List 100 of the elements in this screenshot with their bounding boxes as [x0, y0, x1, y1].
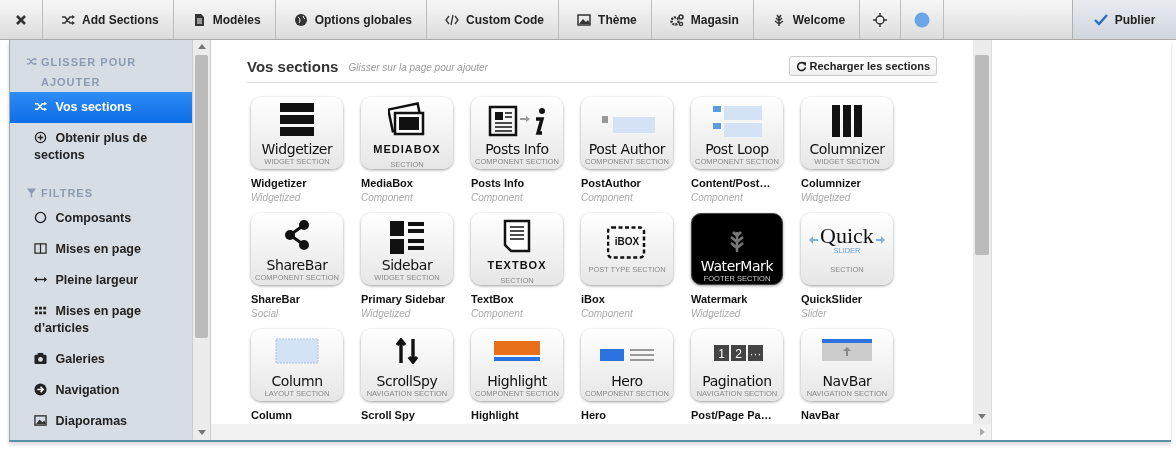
section-name: Widgetizer	[251, 177, 308, 189]
shuffle-icon	[34, 100, 47, 113]
section-name: QuickSlider	[801, 293, 864, 305]
section-type: Widgetized	[361, 308, 412, 319]
scrollbar[interactable]	[192, 40, 210, 440]
toolbar-button[interactable]: Thème	[559, 0, 652, 39]
section-name: Highlight	[471, 409, 520, 421]
section-name: Columnizer	[801, 177, 862, 189]
shuffle-icon	[26, 56, 37, 67]
tile-title: Post Loop	[705, 141, 769, 157]
share-icon	[285, 220, 309, 250]
toolbar-button[interactable]: Modèles	[173, 0, 276, 39]
tile-title: Pagination	[702, 373, 772, 389]
sidebar-item[interactable]: Galeries	[10, 344, 192, 375]
arrows-icon	[395, 338, 419, 364]
section-type: Component	[471, 192, 524, 203]
section-type: Component	[691, 192, 744, 203]
publish-button[interactable]: Publier	[1072, 0, 1176, 39]
globe-icon	[293, 12, 308, 27]
grid-icon	[34, 304, 47, 317]
tile-title: Sidebar	[381, 257, 433, 273]
arrow-circle-icon	[34, 383, 47, 396]
section-name: ShareBar	[251, 293, 301, 305]
tile-title: NavBar	[822, 373, 872, 389]
page-numbers-drawing: 1 2 ···	[694, 333, 780, 371]
sidebar-item[interactable]: Diaporamas	[10, 406, 192, 437]
sidebar-item[interactable]: Pleine largeur	[10, 265, 192, 296]
tile-title: Posts Info	[485, 141, 549, 157]
section-type: Slider	[801, 308, 828, 319]
funnel-icon	[26, 187, 37, 198]
post-list-drawing	[712, 106, 762, 137]
leaf-icon	[729, 230, 745, 253]
sidebar-item[interactable]: Mises en page	[10, 234, 192, 265]
toolbar-button[interactable]: Magasin	[651, 0, 754, 39]
section-type: Widgetized	[251, 192, 302, 203]
reload-button[interactable]: Recharger les sections	[788, 56, 937, 76]
sidebar-item[interactable]: Obtenir plus de sections	[10, 123, 192, 171]
check-icon	[1093, 12, 1108, 27]
highlight-bars-drawing	[494, 341, 540, 361]
gears-icon	[669, 12, 684, 27]
toolbar-button[interactable]: Add Sections	[43, 0, 174, 39]
section-type: Component	[581, 308, 634, 319]
tile-title: Widgetizer	[261, 141, 333, 157]
close-icon	[14, 12, 28, 27]
section-type: Social	[251, 308, 280, 319]
sidebar-item[interactable]: Mises en page d’articles	[10, 296, 192, 344]
section-name: Post/Page Pa…	[691, 409, 773, 421]
section-name: PostAuthor	[581, 177, 642, 189]
sidebar-item[interactable]: Navigation	[10, 375, 192, 406]
section-name: MediaBox	[361, 177, 414, 189]
section-name: NavBar	[801, 409, 841, 421]
image-icon	[577, 12, 592, 27]
toolbar-button[interactable]: Welcome	[753, 0, 861, 39]
sidebar-item[interactable]: Composants	[10, 203, 192, 234]
tile-title: MEDIABOX	[373, 142, 441, 157]
columns-icon	[34, 242, 47, 255]
section-name: Hero	[581, 409, 608, 421]
navbar-drawing	[822, 339, 872, 361]
tile-title: Post Author	[588, 141, 666, 157]
image-icon	[34, 414, 47, 427]
section-name: Watermark	[691, 293, 749, 305]
sidebar-item[interactable]: Vos sections	[10, 92, 192, 123]
section-name: Column	[251, 409, 293, 421]
toolbar-button[interactable]: Options globales	[275, 0, 428, 39]
column-box-drawing	[275, 338, 319, 364]
code-icon	[445, 12, 460, 27]
photo-stack-drawing	[388, 101, 426, 136]
crosshair-icon	[873, 12, 888, 27]
scrollbar[interactable]	[211, 424, 991, 440]
tile-title: Columnizer	[809, 141, 885, 157]
hero-layout-drawing	[600, 349, 654, 361]
section-name: iBox	[581, 293, 606, 305]
sidebar-heading: FILTRES	[10, 181, 192, 203]
tile-title: Quick	[820, 225, 874, 247]
three-columns-drawing	[832, 105, 862, 137]
section-title: Vos sections	[247, 57, 339, 75]
section-type: Component	[581, 192, 634, 203]
section-name: Posts Info	[471, 177, 526, 189]
section-name: Scroll Spy	[361, 409, 416, 421]
dashed-box-drawing	[607, 226, 646, 259]
section-name: Content/Post…	[691, 177, 772, 189]
tile-title: Hero	[611, 373, 643, 389]
scrollbar[interactable]	[973, 40, 991, 424]
section-type: Component	[471, 308, 524, 319]
hint-text: Glisser sur la page pour ajouter	[348, 62, 489, 73]
tile-title: ScrollSpy	[376, 373, 438, 389]
tile-title: Column	[271, 373, 323, 389]
section-type: Widgetized	[801, 192, 852, 203]
toolbar-button[interactable]: Custom Code	[427, 0, 560, 39]
tile-title: iBOX	[614, 236, 640, 247]
tile-title: Highlight	[487, 373, 547, 389]
tile-title: TEXTBOX	[487, 258, 547, 273]
section-name: TextBox	[471, 293, 515, 305]
left-arrow-icon	[809, 236, 819, 244]
right-arrow-icon	[875, 236, 885, 244]
document-icon	[503, 219, 531, 253]
article-info-drawing	[488, 105, 546, 137]
tile-title: ShareBar	[266, 257, 328, 273]
circle-icon	[914, 11, 931, 28]
stacked-bars-drawing	[280, 103, 314, 136]
